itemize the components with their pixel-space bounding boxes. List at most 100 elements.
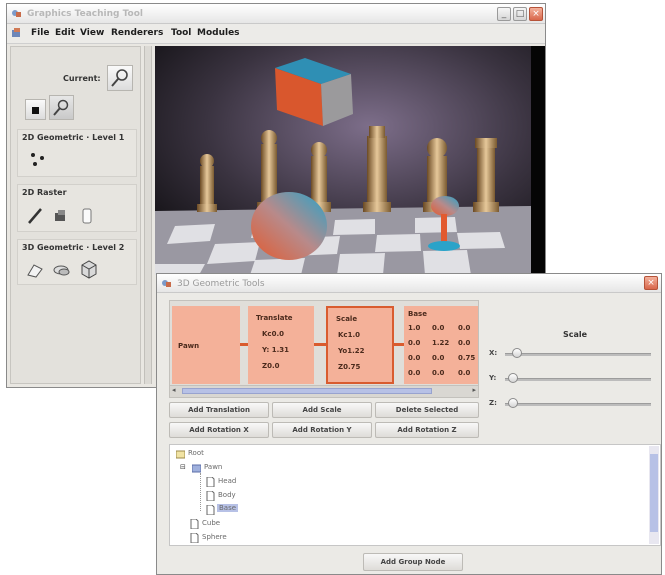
menu-view[interactable]: View: [80, 28, 104, 38]
node-scale-title: Scale: [336, 315, 358, 323]
render-viewport[interactable]: [155, 46, 545, 275]
dots-icon[interactable]: [28, 150, 48, 170]
tree-node-head[interactable]: Head: [218, 477, 236, 485]
node-pawn-label: Pawn: [178, 342, 200, 350]
chess-scene-image: [155, 46, 545, 275]
main-title-bar[interactable]: Graphics Teaching Tool _ □ ×: [7, 4, 545, 24]
add-group-node-button[interactable]: Add Group Node: [363, 553, 463, 571]
connector: [314, 343, 326, 346]
brush-tool-button[interactable]: [24, 205, 45, 226]
scale-y-slider-thumb[interactable]: [507, 373, 518, 383]
folder-icon: [192, 464, 201, 473]
panel-splitter[interactable]: [144, 46, 152, 384]
menu-renderers[interactable]: Renderers: [111, 28, 163, 38]
tool-panel: Current: 2D Geometric · Level 1 2D Raste…: [10, 46, 141, 384]
menu-edit[interactable]: Edit: [55, 28, 75, 38]
current-tool-button[interactable]: [107, 65, 133, 91]
matrix-cell: 0.0: [408, 369, 421, 377]
scene-tree[interactable]: Root ⊟ Pawn Head Body Base Cube Sphere: [169, 444, 661, 546]
dialog-close-button[interactable]: ×: [644, 276, 658, 290]
geometric-tools-dialog: 3D Geometric Tools × Pawn Translate Kc0.…: [156, 273, 662, 575]
tree-node-base[interactable]: Base: [217, 504, 239, 512]
cube-tool-button[interactable]: [76, 257, 97, 279]
add-scale-button[interactable]: Add Scale: [272, 402, 372, 418]
black-square-icon: [32, 107, 39, 114]
fill-icon: [55, 210, 65, 221]
document-icon: [206, 491, 215, 501]
scrollbar-thumb[interactable]: [182, 388, 432, 394]
matrix-cell: 1.22: [432, 339, 450, 347]
scale-z-track[interactable]: [505, 403, 651, 406]
node-scale-x: Kc1.0: [338, 331, 360, 339]
node-translate-z: Z0.0: [262, 362, 280, 370]
group-2d-raster: 2D Raster: [17, 184, 137, 232]
app-icon: [12, 10, 21, 17]
menu-file[interactable]: File: [31, 28, 49, 38]
matrix-cell: 0.75: [458, 354, 476, 362]
matrix-cell: 0.0: [432, 354, 445, 362]
matrix-cell: 0.0: [408, 339, 421, 347]
node-translate-x: Kc0.0: [262, 330, 284, 338]
horizontal-scrollbar[interactable]: ◂ ▸: [170, 385, 478, 397]
tree-node-cube[interactable]: Cube: [202, 519, 220, 527]
tool-3d-a-icon: [27, 264, 43, 278]
menu-app-icon: [12, 28, 20, 37]
add-rotation-x-button[interactable]: Add Rotation X: [169, 422, 269, 438]
scale-x-slider-thumb[interactable]: [511, 348, 522, 358]
scale-y-track[interactable]: [505, 378, 651, 381]
matrix-cell: 0.0: [432, 369, 445, 377]
tree-guide-line: [200, 473, 202, 511]
node-pawn[interactable]: Pawn: [172, 306, 240, 384]
connector: [394, 343, 404, 346]
node-scale-y: Yo1.22: [338, 347, 365, 355]
delete-selected-button[interactable]: Delete Selected: [375, 402, 479, 418]
add-translation-button[interactable]: Add Translation: [169, 402, 269, 418]
3d-tool-a-button[interactable]: [24, 259, 45, 280]
menu-bar: File Edit View Renderers Tool Modules: [7, 24, 545, 44]
scroll-left-icon[interactable]: ◂: [172, 386, 176, 394]
zoom-tool-button[interactable]: [49, 95, 74, 120]
node-base-title: Base: [408, 310, 427, 318]
menu-modules[interactable]: Modules: [197, 28, 240, 38]
eraser-icon: [82, 208, 92, 224]
add-rotation-z-button[interactable]: Add Rotation Z: [375, 422, 479, 438]
magnifier-icon: [111, 69, 128, 87]
matrix-cell: 0.0: [458, 324, 471, 332]
group-2d-geometric: 2D Geometric · Level 1: [17, 129, 137, 177]
close-button[interactable]: ×: [529, 7, 543, 21]
scale-y-label: Y:: [489, 374, 497, 382]
tree-scrollbar-thumb[interactable]: [650, 454, 658, 532]
group-2d-raster-title: 2D Raster: [22, 188, 67, 197]
dialog-title-bar[interactable]: 3D Geometric Tools ×: [157, 274, 661, 293]
expand-toggle-icon[interactable]: ⊟: [180, 463, 186, 471]
tree-node-root[interactable]: Root: [188, 449, 204, 457]
maximize-button[interactable]: □: [513, 7, 527, 21]
tree-node-body[interactable]: Body: [218, 491, 236, 499]
tree-node-pawn[interactable]: Pawn: [204, 463, 222, 471]
matrix-cell: 1.0: [408, 324, 421, 332]
scale-panel: Scale X: Y: Z:: [487, 300, 657, 408]
add-rotation-y-button[interactable]: Add Rotation Y: [272, 422, 372, 438]
select-tool-button[interactable]: [25, 99, 46, 120]
node-base[interactable]: Base 1.0 0.0 0.0 0.0 1.22 0.0 0.0 0.0 0.…: [404, 306, 478, 384]
scale-z-slider-thumb[interactable]: [507, 398, 518, 408]
scale-x-track[interactable]: [505, 353, 651, 356]
matrix-cell: 0.0: [432, 324, 445, 332]
scroll-right-icon[interactable]: ▸: [472, 386, 476, 394]
eraser-tool-button[interactable]: [76, 205, 97, 226]
fill-tool-button[interactable]: [50, 205, 71, 226]
tree-node-sphere[interactable]: Sphere: [202, 533, 227, 541]
tree-scrollbar[interactable]: [649, 446, 659, 544]
node-translate-y: Y: 1.31: [262, 346, 289, 354]
3d-tool-b-button[interactable]: [50, 259, 71, 280]
node-translate[interactable]: Translate Kc0.0 Y: 1.31 Z0.0: [248, 306, 314, 384]
magnifier-small-icon: [53, 99, 69, 116]
node-scale[interactable]: Scale Kc1.0 Yo1.22 Z0.75: [326, 306, 394, 384]
matrix-cell: 0.0: [458, 339, 471, 347]
menu-tool[interactable]: Tool: [171, 28, 191, 38]
document-icon: [206, 505, 215, 515]
scene-graph-pane[interactable]: Pawn Translate Kc0.0 Y: 1.31 Z0.0 Scale …: [169, 300, 479, 398]
minimize-button[interactable]: _: [497, 7, 511, 21]
current-tool-label: Current:: [63, 74, 101, 83]
scale-panel-title: Scale: [563, 330, 588, 339]
